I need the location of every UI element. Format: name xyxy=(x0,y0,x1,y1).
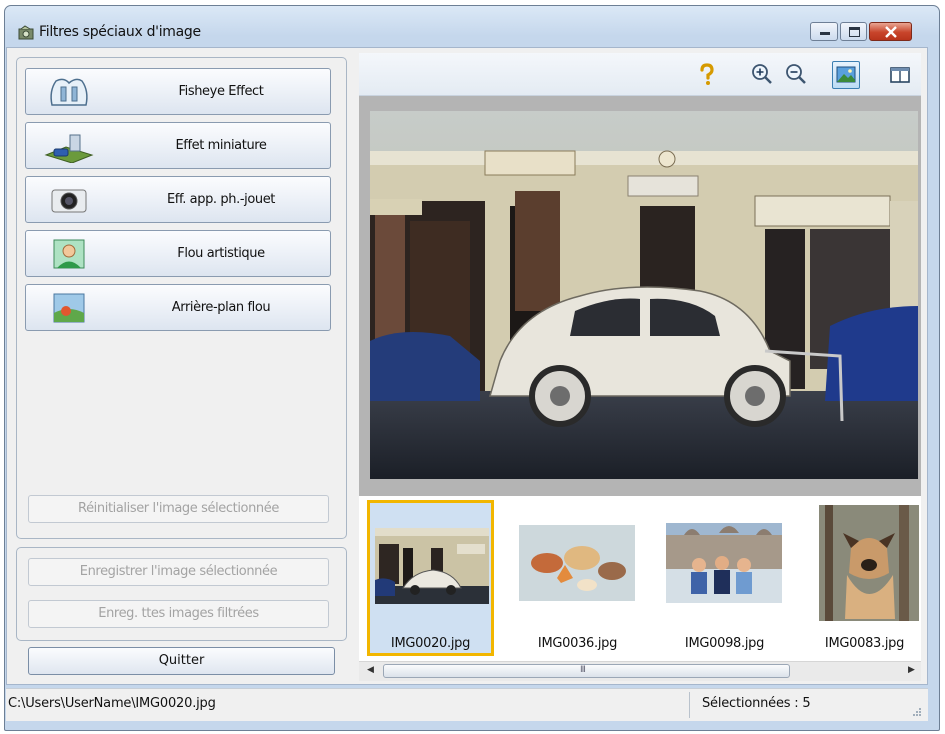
preview-image[interactable] xyxy=(370,111,918,479)
help-button[interactable] xyxy=(693,61,721,89)
thumbnail-image xyxy=(664,503,782,621)
thumbnail-filename: IMG0098.jpg xyxy=(684,636,765,651)
title-bar[interactable]: Filtres spéciaux d'image xyxy=(5,6,939,53)
close-icon xyxy=(885,26,897,38)
filter-button-fisheye[interactable]: Fisheye Effect xyxy=(25,68,331,115)
thumbnail-filename: IMG0020.jpg xyxy=(390,636,471,651)
thumbnail-filename: IMG0036.jpg xyxy=(537,636,618,651)
resize-grip-icon[interactable] xyxy=(912,707,922,717)
help-icon xyxy=(700,63,714,85)
save-selected-image-button[interactable]: Enregistrer l'image sélectionnée xyxy=(28,558,329,586)
reset-selected-image-button[interactable]: Réinitialiser l'image sélectionnée xyxy=(28,495,329,523)
zoom-out-button[interactable] xyxy=(782,61,810,89)
thumbnail-filename: IMG0083.jpg xyxy=(824,636,905,651)
scroll-right-arrow-icon[interactable]: ▶ xyxy=(908,665,915,675)
filter-label: Effet miniature xyxy=(175,138,267,153)
filter-button-toy-camera[interactable]: Eff. app. ph.-jouet xyxy=(25,176,331,223)
save-all-filtered-images-button[interactable]: Enreg. ttes images filtrées xyxy=(28,600,329,628)
status-bar: C:\Users\UserName\IMG0020.jpg Sélectionn… xyxy=(6,688,928,721)
filter-label: Flou artistique xyxy=(177,246,265,261)
whole-image-view-icon xyxy=(836,66,856,83)
scrollbar-grip: III xyxy=(580,665,586,675)
thumbnail-item[interactable]: IMG0083.jpg xyxy=(808,500,921,656)
status-file-path: C:\Users\UserName\IMG0020.jpg xyxy=(8,696,216,711)
fisheye-icon xyxy=(50,78,88,106)
minimize-icon xyxy=(820,32,830,35)
thumbnail-item[interactable]: IMG0098.jpg xyxy=(661,500,788,656)
status-separator xyxy=(689,692,690,718)
miniature-icon xyxy=(44,134,94,163)
thumbnail-image xyxy=(811,503,921,621)
thumbnail-item[interactable]: IMG0036.jpg xyxy=(514,500,641,656)
thumbnail-image xyxy=(517,503,635,621)
zoom-in-icon xyxy=(752,64,772,84)
view-toolbar xyxy=(359,53,921,96)
minimize-button[interactable] xyxy=(810,22,838,41)
quit-button[interactable]: Quitter xyxy=(28,647,335,675)
maximize-button[interactable] xyxy=(840,22,867,41)
compare-view-button[interactable] xyxy=(886,61,914,89)
whole-image-view-button[interactable] xyxy=(832,61,860,89)
window-title: Filtres spéciaux d'image xyxy=(39,24,201,40)
scrollbar-thumb[interactable]: III xyxy=(383,664,790,678)
filter-label: Arrière-plan flou xyxy=(171,300,271,315)
filter-button-blur-background[interactable]: Arrière-plan flou xyxy=(25,284,331,331)
filter-label: Fisheye Effect xyxy=(178,84,264,99)
status-selected-count: Sélectionnées : 5 xyxy=(702,696,811,711)
horizontal-scrollbar[interactable]: ◀ III ▶ xyxy=(359,661,921,681)
thumbnail-image xyxy=(373,506,491,624)
portrait-icon xyxy=(53,239,85,269)
filter-button-miniature[interactable]: Effet miniature xyxy=(25,122,331,169)
blur-background-icon xyxy=(53,293,85,323)
app-icon xyxy=(18,25,34,40)
zoom-in-button[interactable] xyxy=(748,61,776,89)
scroll-left-arrow-icon[interactable]: ◀ xyxy=(367,665,374,675)
zoom-out-icon xyxy=(786,64,806,84)
close-button[interactable] xyxy=(869,22,912,41)
toy-camera-icon xyxy=(51,189,87,213)
filter-label: Eff. app. ph.-jouet xyxy=(166,192,276,207)
filter-button-soft-focus[interactable]: Flou artistique xyxy=(25,230,331,277)
maximize-icon xyxy=(849,27,860,37)
thumbnail-item[interactable]: IMG0020.jpg xyxy=(367,500,494,656)
compare-view-icon xyxy=(890,67,910,83)
